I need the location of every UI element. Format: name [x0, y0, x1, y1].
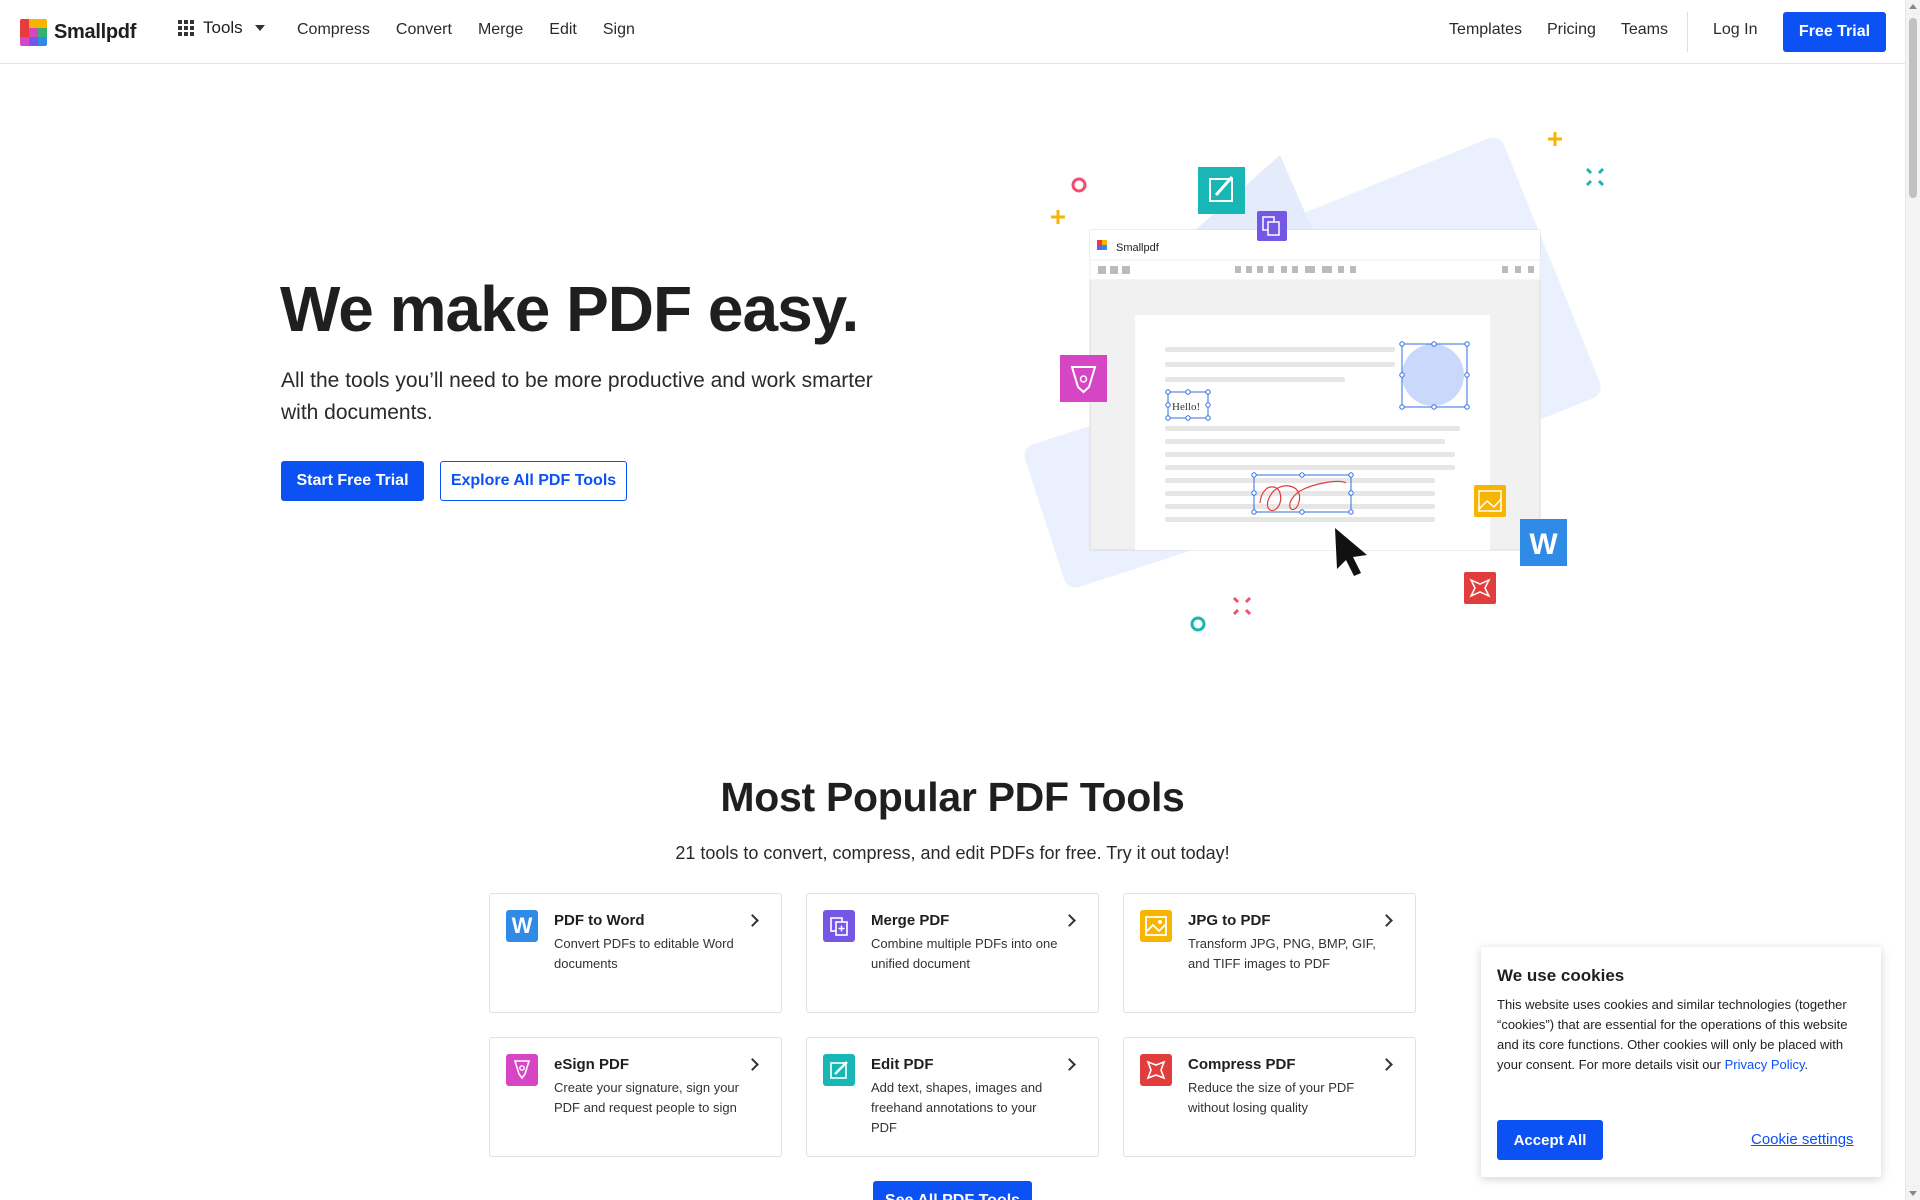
logo-mark-icon [20, 18, 47, 46]
chevron-right-icon [1380, 1058, 1393, 1071]
tool-card-jpg-to-pdf[interactable]: JPG to PDF Transform JPG, PNG, BMP, GIF,… [1123, 893, 1416, 1013]
nav-convert[interactable]: Convert [396, 21, 452, 39]
start-free-trial-button[interactable]: Start Free Trial [281, 461, 424, 501]
edit-tile-icon [1198, 167, 1245, 214]
nav-teams[interactable]: Teams [1621, 21, 1668, 39]
hero-title: We make PDF easy. [280, 273, 859, 345]
tools-label: Tools [203, 18, 243, 37]
tool-name: eSign PDF [554, 1056, 630, 1073]
deco-plus-right-icon [1548, 132, 1562, 146]
tool-card-compress-pdf[interactable]: Compress PDF Reduce the size of your PDF… [1123, 1037, 1416, 1157]
esign-tile-icon [1060, 355, 1107, 402]
chevron-right-icon [746, 1058, 759, 1071]
merge-icon [823, 910, 855, 942]
caret-down-icon [254, 25, 265, 31]
svg-text:W: W [1529, 528, 1558, 561]
nav-merge[interactable]: Merge [478, 21, 523, 39]
privacy-policy-link[interactable]: Privacy Policy [1725, 1057, 1805, 1072]
cookie-title: We use cookies [1497, 966, 1625, 985]
explore-tools-button[interactable]: Explore All PDF Tools [440, 461, 627, 501]
shape-circle [1402, 344, 1464, 406]
tool-name: Compress PDF [1188, 1056, 1296, 1073]
deco-ring-teal-icon [1190, 616, 1206, 632]
tools-menu-button[interactable]: Tools [178, 18, 265, 38]
tool-card-merge-pdf[interactable]: Merge PDF Combine multiple PDFs into one… [806, 893, 1099, 1013]
nav-templates[interactable]: Templates [1449, 21, 1522, 39]
hero-illustration: Smallpdf Hello! W [1024, 132, 1605, 632]
chevron-right-icon [1380, 914, 1393, 927]
cookie-settings-link[interactable]: Cookie settings [1751, 1131, 1854, 1148]
chevron-right-icon [746, 914, 759, 927]
sample-hello-text: Hello! [1172, 401, 1200, 413]
chevron-right-icon [1063, 914, 1076, 927]
tool-card-edit-pdf[interactable]: Edit PDF Add text, shapes, images and fr… [806, 1037, 1099, 1157]
scroll-up-icon[interactable] [1909, 4, 1917, 9]
tool-description: Create your signature, sign your PDF and… [554, 1080, 739, 1115]
compress-icon [1140, 1054, 1172, 1086]
deco-ring-red-icon [1071, 177, 1087, 193]
image-tile-icon [1474, 485, 1506, 517]
nav-pricing[interactable]: Pricing [1547, 21, 1596, 39]
tool-name: Edit PDF [871, 1056, 934, 1073]
image-icon [1140, 910, 1172, 942]
tool-description: Reduce the size of your PDF without losi… [1188, 1080, 1355, 1115]
merge-tile-icon [1257, 211, 1287, 241]
tool-card-esign-pdf[interactable]: eSign PDF Create your signature, sign yo… [489, 1037, 782, 1157]
scroll-thumb[interactable] [1909, 18, 1917, 198]
tool-name: Merge PDF [871, 912, 950, 929]
app-title-text: Smallpdf [1116, 242, 1160, 254]
compress-tile-icon [1464, 572, 1496, 604]
deco-x-red-icon [1232, 596, 1252, 616]
nav-sign[interactable]: Sign [603, 21, 635, 39]
login-link[interactable]: Log In [1713, 21, 1757, 39]
word-icon: W [506, 910, 538, 942]
word-tile-icon: W [1520, 519, 1567, 566]
pen-nib-icon [506, 1054, 538, 1086]
tool-description: Transform JPG, PNG, BMP, GIF, and TIFF i… [1188, 936, 1376, 971]
tool-description: Add text, shapes, images and freehand an… [871, 1080, 1043, 1135]
nav-divider [1687, 12, 1688, 52]
tool-name: JPG to PDF [1188, 912, 1271, 929]
smallpdf-logo[interactable]: Smallpdf [20, 18, 136, 46]
tool-description: Convert PDFs to editable Word documents [554, 936, 734, 971]
cookie-banner: We use cookies This website uses cookies… [1481, 947, 1881, 1177]
deco-plus-left-icon [1051, 210, 1065, 224]
secondary-nav: Templates Pricing Teams [1449, 21, 1668, 39]
deco-x-teal-icon [1585, 167, 1605, 187]
nav-compress[interactable]: Compress [297, 21, 370, 39]
nav-edit[interactable]: Edit [549, 21, 577, 39]
page-scrollbar[interactable] [1905, 0, 1920, 1200]
hero-subtitle: All the tools you’ll need to be more pro… [281, 369, 873, 424]
popular-tools-title: Most Popular PDF Tools [720, 774, 1185, 820]
primary-nav: Compress Convert Merge Edit Sign [297, 21, 635, 39]
apps-grid-icon [178, 20, 194, 36]
see-all-tools-button[interactable]: See All PDF Tools [873, 1181, 1032, 1200]
top-navigation-bar: Smallpdf Tools Compress Convert Merge Ed… [0, 0, 1905, 64]
logo-text: Smallpdf [54, 20, 137, 43]
accept-all-button[interactable]: Accept All [1497, 1120, 1603, 1160]
tool-description: Combine multiple PDFs into one unified d… [871, 936, 1058, 971]
edit-icon [823, 1054, 855, 1086]
tool-name: PDF to Word [554, 912, 645, 929]
cookie-text: This website uses cookies and similar te… [1497, 997, 1848, 1072]
chevron-right-icon [1063, 1058, 1076, 1071]
tool-card-pdf-to-word[interactable]: W PDF to Word Convert PDFs to editable W… [489, 893, 782, 1013]
free-trial-button[interactable]: Free Trial [1783, 12, 1886, 52]
scroll-down-icon[interactable] [1909, 1191, 1917, 1196]
popular-tools-subtitle: 21 tools to convert, compress, and edit … [675, 843, 1230, 863]
